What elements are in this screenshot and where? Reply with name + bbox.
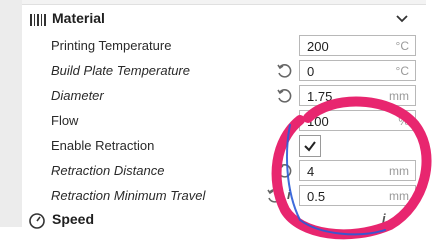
field-value: 0	[307, 64, 315, 79]
setting-row-printing-temperature: Printing Temperature 200 °C	[22, 34, 426, 58]
enable-retraction-checkbox[interactable]	[299, 135, 321, 157]
setting-label: Flow	[51, 113, 79, 128]
diameter-input[interactable]: 1.75 mm	[299, 85, 416, 106]
setting-row-diameter: Diameter 1.75 mm	[22, 84, 426, 108]
flow-input[interactable]: 100 %	[299, 110, 416, 131]
field-value: 0.5	[307, 189, 326, 204]
setting-row-enable-retraction: Enable Retraction	[22, 134, 426, 158]
category-header-speed[interactable]: Speed i	[22, 209, 426, 233]
checkmark-icon	[304, 141, 316, 152]
setting-row-flow: Flow 100 %	[22, 109, 426, 133]
field-value: 4	[307, 164, 315, 179]
field-unit: mm	[389, 89, 409, 103]
chevron-down-icon[interactable]	[396, 13, 408, 25]
previous-setting-edge	[22, 0, 426, 5]
reset-icon[interactable]	[266, 188, 282, 204]
left-rail	[0, 0, 22, 227]
setting-label: Diameter	[51, 88, 104, 103]
setting-label: Enable Retraction	[51, 138, 155, 153]
material-icon	[30, 14, 46, 26]
build-plate-temperature-input[interactable]: 0 °C	[299, 60, 416, 81]
info-icon[interactable]: i	[287, 187, 291, 202]
category-title: Material	[52, 10, 105, 26]
field-value: 1.75	[307, 89, 333, 104]
info-icon[interactable]: i	[382, 211, 386, 226]
field-value: 200	[307, 39, 329, 54]
category-header-material[interactable]: Material	[22, 9, 426, 33]
category-title: Speed	[52, 211, 95, 227]
field-value: 100	[307, 114, 329, 129]
reset-icon[interactable]	[276, 63, 292, 79]
setting-label: Retraction Distance	[51, 163, 165, 178]
field-unit: %	[398, 114, 409, 128]
field-unit: °C	[395, 64, 409, 78]
setting-row-build-plate-temperature: Build Plate Temperature 0 °C	[22, 59, 426, 83]
speedometer-icon	[29, 213, 45, 229]
setting-row-retraction-distance: Retraction Distance 4 mm	[22, 159, 426, 183]
field-unit: mm	[389, 164, 409, 178]
setting-label: Build Plate Temperature	[51, 63, 190, 78]
setting-row-retraction-minimum-travel: Retraction Minimum Travel i 0.5 mm	[22, 184, 426, 208]
retraction-distance-input[interactable]: 4 mm	[299, 160, 416, 181]
setting-label: Printing Temperature	[51, 38, 172, 53]
reset-icon[interactable]	[276, 163, 292, 179]
reset-icon[interactable]	[276, 88, 292, 104]
retraction-minimum-travel-input[interactable]: 0.5 mm	[299, 185, 416, 206]
printing-temperature-input[interactable]: 200 °C	[299, 35, 416, 56]
field-unit: mm	[389, 189, 409, 203]
setting-label: Retraction Minimum Travel	[51, 188, 206, 203]
field-unit: °C	[395, 39, 409, 53]
